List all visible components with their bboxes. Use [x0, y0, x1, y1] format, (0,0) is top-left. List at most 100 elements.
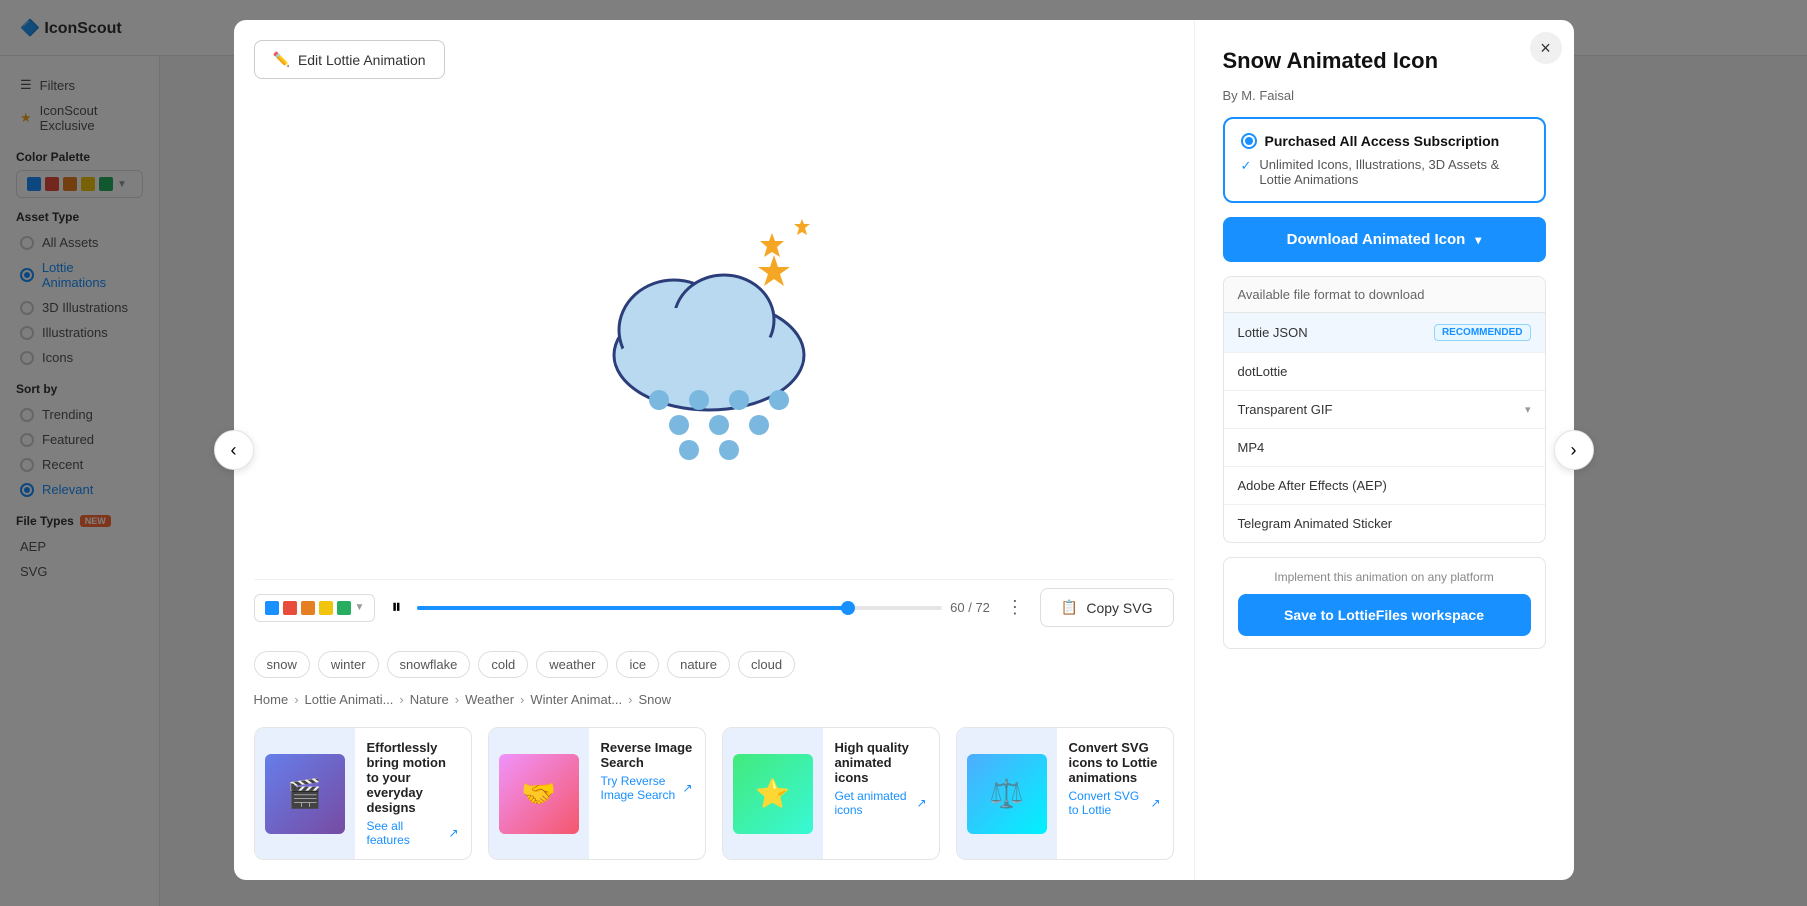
modal-overlay[interactable]: ‹ › × ✏️ Edit Lottie Animation [0, 0, 1807, 906]
edit-lottie-button[interactable]: ✏️ Edit Lottie Animation [254, 40, 445, 79]
copy-svg-button[interactable]: 📋 Copy SVG [1040, 588, 1174, 627]
tag-cloud[interactable]: cloud [738, 651, 795, 678]
subscription-title: Purchased All Access Subscription [1241, 133, 1528, 149]
pencil-icon: ✏️ [273, 51, 290, 68]
breadcrumb-nature[interactable]: Nature [410, 692, 449, 707]
breadcrumb-home[interactable]: Home [254, 692, 289, 707]
card-link-convert-text: Convert SVG to Lottie [1069, 789, 1147, 817]
card-link-motion-text: See all features [367, 819, 445, 847]
breadcrumb-sep5: › [628, 692, 632, 707]
format-gif-label: Transparent GIF [1238, 402, 1333, 417]
progress-track[interactable] [417, 606, 942, 610]
author-line: By M. Faisal [1223, 88, 1546, 103]
card-body-reverse: Reverse Image Search Try Reverse Image S… [589, 728, 705, 859]
copy-icon: 📋 [1061, 599, 1078, 616]
card-title-motion: Effortlessly bring motion to your everyd… [367, 740, 459, 815]
close-button[interactable]: × [1530, 32, 1562, 64]
format-telegram-label: Telegram Animated Sticker [1238, 516, 1393, 531]
download-button-label: Download Animated Icon [1287, 231, 1466, 248]
feature-card-convert: ⚖️ Convert SVG icons to Lottie animation… [956, 727, 1174, 860]
format-aep-label: Adobe After Effects (AEP) [1238, 478, 1387, 493]
format-mp4[interactable]: MP4 [1224, 429, 1545, 467]
cb-green [337, 601, 351, 615]
next-modal-button[interactable]: › [1554, 430, 1594, 470]
modal-title: Snow Animated Icon [1223, 48, 1546, 74]
implement-text: Implement this animation on any platform [1238, 570, 1531, 584]
card-link-reverse-text: Try Reverse Image Search [601, 774, 679, 802]
breadcrumb-sep1: › [294, 692, 298, 707]
subscription-desc: ✓ Unlimited Icons, Illustrations, 3D Ass… [1241, 157, 1528, 187]
card-img-convert: ⚖️ [957, 728, 1057, 859]
breadcrumb: Home › Lottie Animati... › Nature › Weat… [254, 692, 1174, 707]
format-gif[interactable]: Transparent GIF ▾ [1224, 391, 1545, 429]
card-body-convert: Convert SVG icons to Lottie animations C… [1057, 728, 1173, 859]
format-section: Available file format to download Lottie… [1223, 276, 1546, 543]
tags-row: snow winter snowflake cold weather ice n… [254, 651, 1174, 678]
feature-card-animated: ⭐ High quality animated icons Get animat… [722, 727, 940, 860]
arrow-icon-3: ↗ [916, 796, 926, 810]
breadcrumb-sep3: › [455, 692, 459, 707]
breadcrumb-weather[interactable]: Weather [465, 692, 514, 707]
tag-snow[interactable]: snow [254, 651, 310, 678]
tag-winter[interactable]: winter [318, 651, 379, 678]
prev-modal-button[interactable]: ‹ [214, 430, 254, 470]
tag-ice[interactable]: ice [616, 651, 659, 678]
card-title-animated: High quality animated icons [835, 740, 927, 785]
tag-snowflake[interactable]: snowflake [387, 651, 471, 678]
frame-count: 60 / 72 [950, 600, 990, 615]
check-icon: ✓ [1241, 158, 1252, 174]
card-img-motion: 🎬 [255, 728, 355, 859]
format-mp4-label: MP4 [1238, 440, 1265, 455]
animation-preview [254, 79, 1174, 571]
play-pause-button[interactable]: ⏸ [387, 592, 405, 623]
card-link-convert[interactable]: Convert SVG to Lottie ↗ [1069, 789, 1161, 817]
format-dotlottie[interactable]: dotLottie [1224, 353, 1545, 391]
download-chevron-icon: ▾ [1475, 233, 1481, 247]
recommended-badge: RECOMMENDED [1434, 324, 1531, 341]
card-link-animated[interactable]: Get animated icons ↗ [835, 789, 927, 817]
card-img-reverse: 🤝 [489, 728, 589, 859]
subscription-title-text: Purchased All Access Subscription [1265, 133, 1500, 149]
playback-bar: ▼ ⏸ 60 / 72 ⋮ [254, 579, 1174, 635]
edit-button-label: Edit Lottie Animation [298, 52, 426, 68]
tag-weather[interactable]: weather [536, 651, 608, 678]
format-lottie-json[interactable]: Lottie JSON RECOMMENDED [1224, 313, 1545, 353]
color-chevron-icon: ▼ [355, 602, 365, 613]
more-options-button[interactable]: ⋮ [1002, 593, 1028, 622]
tag-cold[interactable]: cold [478, 651, 528, 678]
card-link-reverse[interactable]: Try Reverse Image Search ↗ [601, 774, 693, 802]
cb-yellow [319, 601, 333, 615]
subscription-radio [1241, 133, 1257, 149]
modal: × ✏️ Edit Lottie Animation [234, 20, 1574, 880]
download-animated-icon-button[interactable]: Download Animated Icon ▾ [1223, 217, 1546, 262]
arrow-icon-2: ↗ [682, 781, 692, 795]
format-telegram[interactable]: Telegram Animated Sticker [1224, 505, 1545, 542]
card-body-motion: Effortlessly bring motion to your everyd… [355, 728, 471, 859]
modal-wrapper: ‹ › × ✏️ Edit Lottie Animation [234, 20, 1574, 880]
format-aep[interactable]: Adobe After Effects (AEP) [1224, 467, 1545, 505]
card-title-convert: Convert SVG icons to Lottie animations [1069, 740, 1161, 785]
format-header: Available file format to download [1224, 277, 1545, 313]
progress-container[interactable]: 60 / 72 [417, 600, 990, 615]
modal-left-panel: ✏️ Edit Lottie Animation [234, 20, 1194, 880]
card-body-animated: High quality animated icons Get animated… [823, 728, 939, 859]
cb-orange [301, 601, 315, 615]
card-img-animated: ⭐ [723, 728, 823, 859]
format-dotlottie-label: dotLottie [1238, 364, 1288, 379]
arrow-icon-4: ↗ [1150, 796, 1160, 810]
subscription-box: Purchased All Access Subscription ✓ Unli… [1223, 117, 1546, 203]
card-title-reverse: Reverse Image Search [601, 740, 693, 770]
breadcrumb-winter[interactable]: Winter Animat... [530, 692, 622, 707]
cb-red [283, 601, 297, 615]
color-picker[interactable]: ▼ [254, 594, 376, 622]
save-to-lottiefiles-button[interactable]: Save to LottieFiles workspace [1238, 594, 1531, 636]
feature-card-reverse: 🤝 Reverse Image Search Try Reverse Image… [488, 727, 706, 860]
breadcrumb-lottie[interactable]: Lottie Animati... [305, 692, 394, 707]
copy-button-label: Copy SVG [1086, 600, 1152, 616]
gif-chevron-icon: ▾ [1525, 403, 1531, 416]
breadcrumb-snow[interactable]: Snow [638, 692, 671, 707]
feature-cards: 🎬 Effortlessly bring motion to your ever… [254, 727, 1174, 860]
tag-nature[interactable]: nature [667, 651, 730, 678]
card-link-motion[interactable]: See all features ↗ [367, 819, 459, 847]
progress-thumb [841, 601, 855, 615]
